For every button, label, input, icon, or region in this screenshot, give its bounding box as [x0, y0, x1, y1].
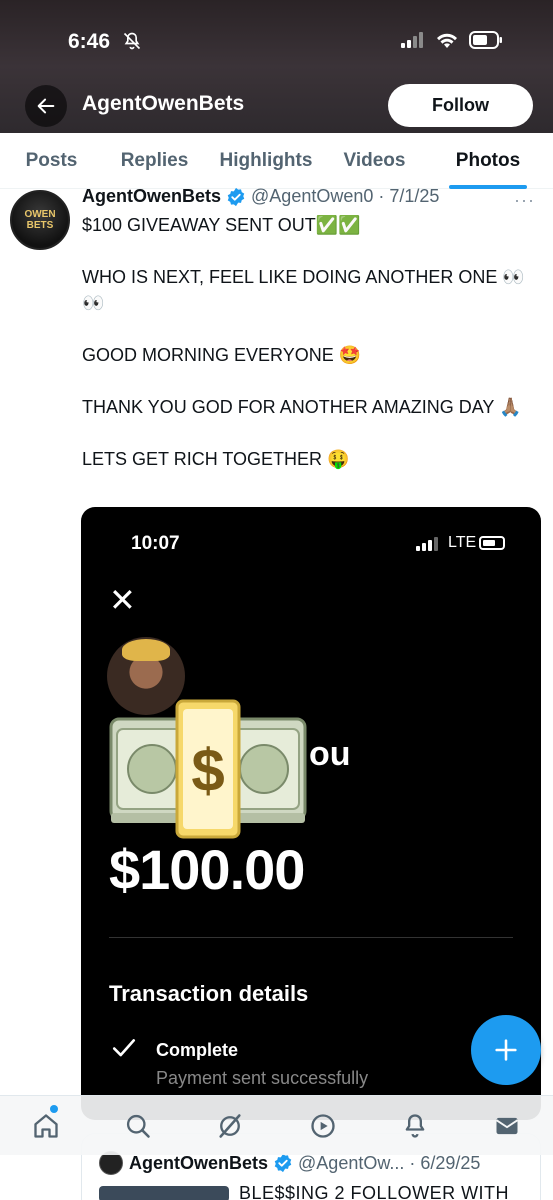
back-button[interactable]: [25, 85, 67, 127]
money-stack-icon: $: [109, 699, 307, 839]
tweet-author-name[interactable]: AgentOwenBets: [82, 186, 221, 207]
tweet-handle-date: @AgentOwen0 · 7/1/25: [251, 186, 440, 206]
nav-notifications[interactable]: [395, 1106, 435, 1146]
svg-text:$: $: [191, 737, 224, 804]
payment-status-subtext: Payment sent successfully: [156, 1068, 369, 1088]
media-close-icon: ✕: [109, 582, 136, 618]
arrow-left-icon: [37, 98, 55, 114]
next-tweet-handle-date: @AgentOw... · 6/29/25: [298, 1152, 481, 1173]
next-tweet-author-name[interactable]: AgentOwenBets: [129, 1153, 268, 1174]
mail-icon: [495, 1117, 518, 1134]
payment-status: Complete: [156, 1040, 239, 1060]
media-partial-text: ou: [309, 735, 351, 773]
tweet-paragraph: LETS GET RICH TOGETHER 🤑: [82, 449, 350, 469]
cellular-signal-icon: [401, 32, 423, 48]
media-signal-icon: [416, 537, 438, 551]
tweet-paragraph: THANK YOU GOD FOR ANOTHER AMAZING DAY 🙏🏽: [82, 397, 522, 417]
tweet-body: $100 GIVEAWAY SENT OUT✅✅ WHO IS NEXT, FE…: [82, 212, 537, 472]
tweet-media-image[interactable]: 10:07 LTE ✕ $ ou $100.00 Transaction det…: [81, 507, 541, 1120]
media-status-time: 10:07: [131, 533, 180, 554]
media-divider: [109, 937, 513, 938]
avatar-logo-text: OWEN BETS: [24, 209, 56, 231]
tab-replies[interactable]: Replies: [103, 133, 206, 189]
tweet-avatar[interactable]: OWEN BETS: [10, 190, 70, 250]
bottom-navigation: [0, 1095, 553, 1155]
bell-off-icon: [123, 32, 141, 50]
follow-button[interactable]: Follow: [388, 84, 533, 127]
bell-icon: [405, 1113, 425, 1138]
tweet-paragraph: GOOD MORNING EVERYONE 🤩: [82, 345, 362, 365]
nav-search[interactable]: [118, 1106, 158, 1146]
tab-photos[interactable]: Photos: [423, 133, 553, 189]
home-icon: [34, 1113, 58, 1138]
more-options-icon[interactable]: ···: [514, 190, 535, 211]
tab-posts[interactable]: Posts: [0, 133, 103, 189]
home-unread-dot: [50, 1105, 58, 1113]
nav-messages[interactable]: [487, 1106, 527, 1146]
media-battery-icon: [479, 536, 505, 550]
tweet-header: AgentOwenBets @AgentOwen0 · 7/1/25: [82, 186, 439, 207]
profile-header-title: AgentOwenBets: [82, 92, 245, 115]
tweet-paragraph: $100 GIVEAWAY SENT OUT✅✅: [82, 215, 361, 235]
checkmark-icon: [112, 1039, 136, 1057]
tab-highlights[interactable]: Highlights: [206, 133, 326, 189]
verified-badge-icon: [227, 187, 245, 206]
profile-tabs: Posts Replies Highlights Videos Photos: [0, 133, 553, 189]
status-indicators: [401, 31, 503, 49]
status-time: 6:46: [68, 30, 111, 53]
search-icon: [127, 1114, 151, 1138]
next-tweet-thumbnail: [99, 1186, 229, 1200]
media-network-label: LTE: [448, 534, 477, 551]
compose-button[interactable]: [471, 1015, 541, 1085]
tweet-paragraph: WHO IS NEXT, FEEL LIKE DOING ANOTHER ONE…: [82, 267, 525, 313]
verified-badge-icon: [274, 1153, 292, 1173]
plus-icon: [495, 1039, 517, 1061]
payment-amount: $100.00: [109, 838, 305, 901]
transaction-details-title: Transaction details: [109, 981, 309, 1006]
grok-icon: [219, 1113, 242, 1138]
battery-icon: [469, 31, 502, 49]
play-circle-icon: [310, 1113, 335, 1138]
nav-home[interactable]: [26, 1106, 66, 1146]
nav-grok[interactable]: [210, 1106, 250, 1146]
nav-video[interactable]: [303, 1106, 343, 1146]
tab-videos[interactable]: Videos: [326, 133, 423, 189]
wifi-icon: [437, 33, 457, 48]
next-tweet-text: BLE$$ING 2 FOLLOWER WITH: [239, 1183, 510, 1200]
